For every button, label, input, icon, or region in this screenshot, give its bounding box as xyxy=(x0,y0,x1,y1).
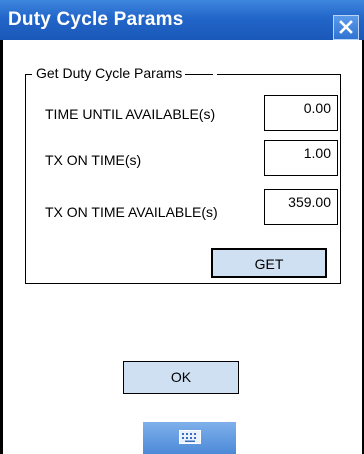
get-button[interactable]: GET xyxy=(211,248,327,278)
tx-on-time-field[interactable]: 1.00 xyxy=(264,140,338,176)
window-title: Duty Cycle Params xyxy=(8,9,184,30)
time-until-available-label: TIME UNTIL AVAILABLE(s) xyxy=(45,106,216,122)
window-border-left xyxy=(0,40,3,454)
group-legend: Get Duty Cycle Params xyxy=(32,65,218,81)
tx-on-time-available-field[interactable]: 359.00 xyxy=(264,189,338,225)
tx-on-time-label: TX ON TIME(s) xyxy=(45,152,142,168)
group-legend-text: Get Duty Cycle Params xyxy=(36,65,183,81)
close-icon xyxy=(339,20,353,34)
time-until-available-field[interactable]: 0.00 xyxy=(264,95,338,131)
ok-button[interactable]: OK xyxy=(123,361,239,394)
legend-line xyxy=(185,73,214,75)
title-bar: Duty Cycle Params xyxy=(0,0,364,40)
input-panel-button[interactable] xyxy=(143,422,236,454)
tx-on-time-available-label: TX ON TIME AVAILABLE(s) xyxy=(45,204,218,220)
keyboard-icon xyxy=(179,430,201,444)
close-button[interactable] xyxy=(333,15,359,40)
